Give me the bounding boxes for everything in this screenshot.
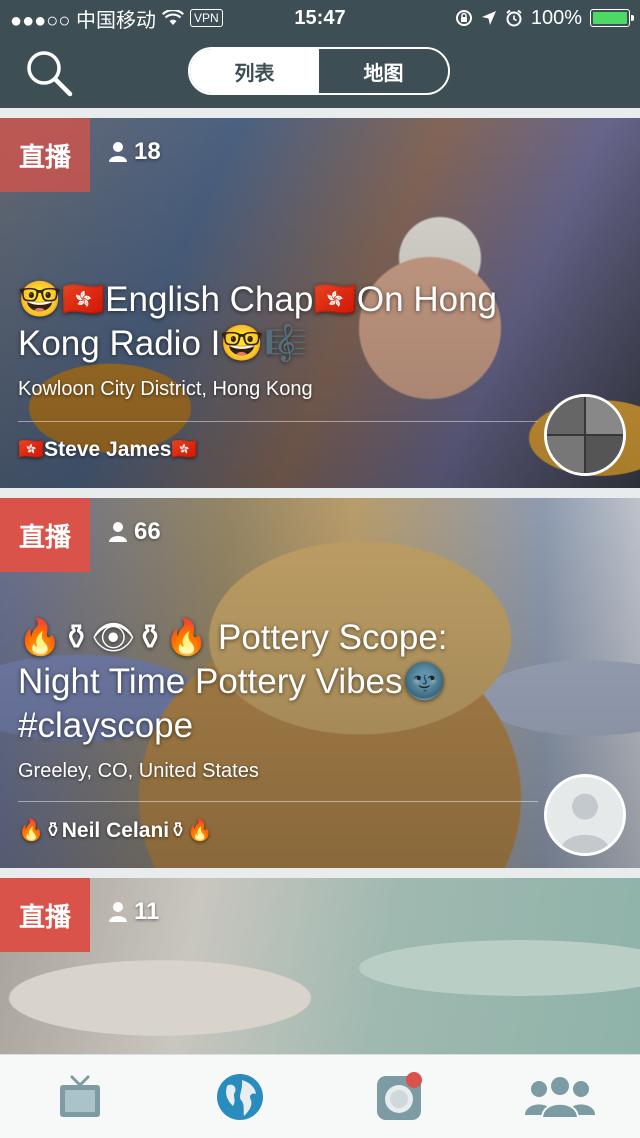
avatar-image: [547, 397, 623, 473]
viewer-count-value: 66: [134, 518, 161, 545]
battery-percent: 100%: [530, 6, 582, 29]
broadcaster-name: 🇭🇰Steve James🇭🇰: [18, 438, 198, 461]
view-mode-segmented-control: 列表 地图: [188, 47, 450, 95]
tab-bar: [0, 1054, 640, 1138]
person-icon: [109, 902, 127, 922]
viewer-count: 66: [108, 518, 161, 546]
person-icon: [109, 522, 127, 542]
card-divider: [18, 801, 538, 802]
broadcaster-avatar[interactable]: [544, 394, 626, 476]
broadcast-title: 🤓🇭🇰English Chap🇭🇰On Hong Kong Radio I🤓🎼: [18, 280, 498, 363]
live-badge: 直播: [0, 118, 90, 192]
tab-global[interactable]: [200, 1067, 280, 1127]
default-avatar-icon: [547, 777, 623, 853]
broadcast-title: 🔥⚱👁⚱🔥 Pottery Scope: Night Time Pottery …: [18, 618, 448, 745]
broadcaster-avatar[interactable]: [544, 774, 626, 856]
tab-tv[interactable]: [40, 1067, 120, 1127]
broadcast-card[interactable]: 直播 66 🔥⚱👁⚱🔥 Pottery Scope: Night Time Po…: [0, 498, 640, 868]
nav-bar: 列表 地图: [0, 36, 640, 108]
viewer-count-value: 18: [134, 138, 161, 165]
people-icon: [525, 1074, 595, 1119]
broadcast-location: Kowloon City District, Hong Kong: [18, 378, 313, 400]
wifi-icon: [161, 10, 184, 25]
viewer-count: 11: [108, 898, 159, 926]
broadcast-location: Greeley, CO, United States: [18, 760, 259, 782]
globe-icon: [217, 1073, 263, 1120]
segment-map-tab[interactable]: 地图: [319, 49, 448, 93]
live-badge: 直播: [0, 498, 90, 572]
viewer-count-value: 11: [134, 898, 160, 925]
tv-icon: [60, 1075, 100, 1117]
camera-icon: [377, 1071, 422, 1120]
broadcast-thumbnail: [0, 878, 640, 1054]
card-divider: [18, 421, 538, 422]
status-bar: ●●●○○ 中国移动 VPN 15:47 100%: [0, 0, 640, 36]
battery-icon: [590, 9, 634, 27]
alarm-icon: [506, 9, 522, 27]
tab-broadcast[interactable]: [360, 1067, 440, 1127]
rotation-lock-icon: [455, 10, 472, 26]
carrier-text: ●●●○○ 中国移动: [10, 9, 156, 32]
vpn-badge: VPN: [189, 9, 223, 27]
live-badge: 直播: [0, 878, 90, 952]
broadcast-card[interactable]: 直播 18 🤓🇭🇰English Chap🇭🇰On Hong Kong Radi…: [0, 118, 640, 488]
segment-list-tab[interactable]: 列表: [190, 49, 319, 93]
viewer-count: 18: [108, 138, 161, 166]
search-icon[interactable]: [24, 48, 74, 98]
location-arrow-icon: [481, 11, 496, 25]
person-icon: [109, 142, 127, 162]
broadcaster-name: 🔥⚱Neil Celani⚱🔥: [18, 819, 213, 842]
tab-people[interactable]: [520, 1067, 600, 1127]
broadcast-card[interactable]: 直播 11: [0, 878, 640, 1054]
